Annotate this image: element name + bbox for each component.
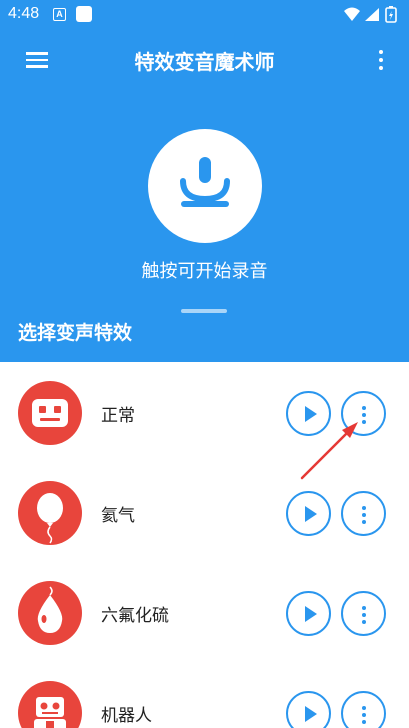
options-button[interactable] [341,691,386,728]
effect-name: 氦气 [101,506,135,526]
play-icon [305,606,317,622]
more-vert-icon[interactable] [373,48,389,72]
app-title: 特效变音魔术师 [134,50,275,74]
list-item[interactable]: 机器人 [0,662,409,728]
microphone-icon [180,157,230,207]
header-panel: 4:48 A 特效变音魔术师 触按可开始录音 选择变声特效 [0,0,409,362]
app-screen: 4:48 A 特效变音魔术师 触按可开始录音 选择变声特效 正常 氦气 六氟化硫… [0,0,409,728]
options-button[interactable] [341,491,386,536]
list-item[interactable]: 氦气 [0,462,409,562]
status-bar: 4:48 A [0,0,409,30]
play-button[interactable] [286,591,331,636]
avatar [18,481,82,545]
effect-name: 六氟化硫 [101,606,169,626]
play-button[interactable] [286,491,331,536]
list-item[interactable]: 六氟化硫 [0,562,409,662]
status-time: 4:48 [8,5,40,22]
section-title: 选择变声特效 [18,322,133,344]
balloon-icon [37,493,63,544]
list-item[interactable]: 正常 [0,362,409,462]
notification-a-icon: A [53,8,66,21]
more-vert-icon [362,606,366,624]
avatar [18,681,82,728]
drag-handle[interactable] [181,309,227,313]
wifi-icon [344,7,360,21]
robot-icon [34,697,66,728]
battery-icon [385,6,397,23]
effect-name: 正常 [101,406,135,426]
record-button[interactable] [148,129,262,243]
avatar [18,581,82,645]
effect-name: 机器人 [101,706,152,726]
play-icon [305,506,317,522]
notification-square-icon [76,6,92,22]
avatar [18,381,82,445]
record-hint: 触按可开始录音 [141,261,268,282]
options-button[interactable] [341,391,386,436]
robot-face-icon [32,399,68,427]
play-button[interactable] [286,691,331,728]
app-bar: 特效变音魔术师 [0,36,409,84]
more-vert-icon [362,506,366,524]
status-icons [343,5,401,25]
options-button[interactable] [341,591,386,636]
play-button[interactable] [286,391,331,436]
play-icon [305,706,317,722]
more-vert-icon [362,406,366,424]
signal-icon [365,8,379,21]
more-vert-icon [362,706,366,724]
gas-balloon-icon [37,586,63,633]
play-icon [305,406,317,422]
